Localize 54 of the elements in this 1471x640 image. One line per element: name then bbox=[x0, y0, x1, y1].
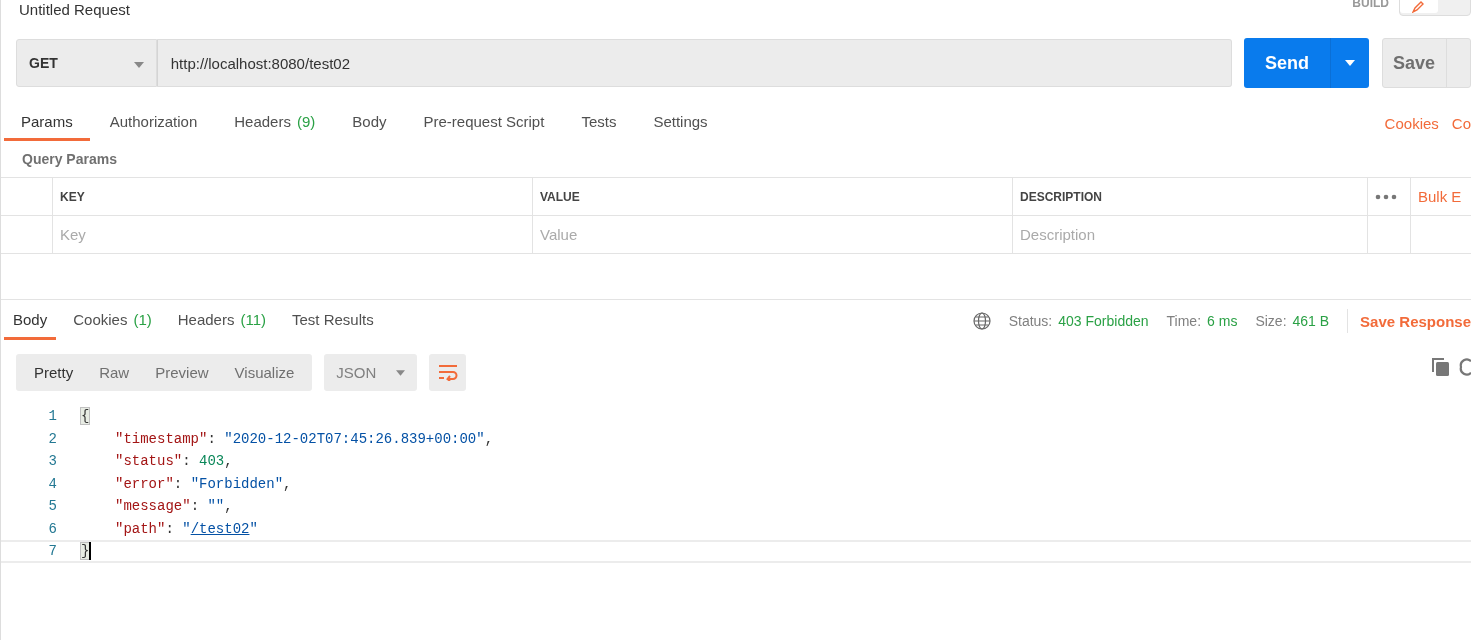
request-tab[interactable]: Headers (9) bbox=[217, 105, 333, 141]
wrap-icon bbox=[437, 364, 458, 381]
response-tab[interactable]: Test Results bbox=[283, 302, 383, 340]
search-icon[interactable] bbox=[1459, 357, 1471, 376]
url-field[interactable]: http://localhost:8080/test02 bbox=[156, 39, 1232, 87]
request-tab[interactable]: Authorization bbox=[92, 105, 215, 141]
response-tab[interactable]: Body bbox=[4, 302, 57, 340]
line-number: 2 bbox=[47, 430, 58, 447]
request-tab[interactable]: Pre-request Script bbox=[406, 105, 562, 141]
code-line: "path": "/test02" bbox=[114, 520, 258, 537]
copy-icon[interactable] bbox=[1431, 357, 1449, 376]
request-tab[interactable]: Settings bbox=[636, 105, 725, 141]
code-line: "error": "Forbidden", bbox=[114, 475, 292, 492]
line-number: 5 bbox=[47, 498, 58, 515]
caret-icon bbox=[1345, 60, 1355, 66]
request-tab[interactable]: Tests bbox=[564, 105, 634, 141]
column-header: VALUE bbox=[540, 189, 580, 204]
wrap-button[interactable] bbox=[429, 354, 467, 391]
time-value: 6 ms bbox=[1207, 313, 1238, 329]
request-tab[interactable]: Params bbox=[4, 105, 90, 141]
view-mode-tab[interactable]: Pretty bbox=[21, 364, 87, 381]
line-number: 7 bbox=[47, 543, 58, 560]
time-label: Time: bbox=[1166, 313, 1202, 329]
response-tab[interactable]: Cookies (1) bbox=[64, 302, 161, 340]
caret-icon bbox=[133, 62, 144, 68]
view-mode-tab[interactable]: Visualize bbox=[221, 364, 308, 381]
size-value: 461 B bbox=[1292, 313, 1330, 329]
status-label: Status: bbox=[1008, 313, 1053, 329]
globe-icon[interactable] bbox=[972, 312, 991, 330]
status-value: 403 Forbidden bbox=[1058, 313, 1149, 329]
request-tab[interactable]: Body bbox=[335, 105, 404, 141]
mode-toggle[interactable] bbox=[1399, 0, 1471, 16]
size-label: Size: bbox=[1255, 313, 1287, 329]
view-mode-tab[interactable]: Raw bbox=[86, 364, 143, 381]
method-dropdown[interactable]: GET bbox=[16, 39, 157, 87]
more-icon[interactable] bbox=[1375, 193, 1397, 200]
code-line: "status": 403, bbox=[114, 453, 233, 470]
line-number: 3 bbox=[47, 453, 58, 470]
response-tab[interactable]: Headers (11) bbox=[168, 302, 275, 340]
section-title: Query Params bbox=[21, 150, 118, 169]
code-line: "message": "", bbox=[114, 498, 233, 515]
send-button[interactable]: Send bbox=[1243, 38, 1369, 88]
save-button[interactable]: Save bbox=[1381, 38, 1471, 88]
line-number: 4 bbox=[47, 475, 58, 492]
line-number: 6 bbox=[47, 520, 58, 537]
view-mode-tab[interactable]: Preview bbox=[142, 364, 222, 381]
request-title: Untitled Request bbox=[19, 1, 130, 18]
code-line: "timestamp": "2020-12-02T07:45:26.839+00:00", bbox=[114, 430, 494, 447]
pencil-icon bbox=[1412, 1, 1426, 13]
column-header: DESCRIPTION bbox=[1020, 189, 1102, 204]
line-number: 1 bbox=[47, 408, 58, 425]
caret-icon bbox=[396, 369, 406, 376]
text-cursor bbox=[89, 542, 92, 561]
column-header: KEY bbox=[60, 189, 85, 204]
